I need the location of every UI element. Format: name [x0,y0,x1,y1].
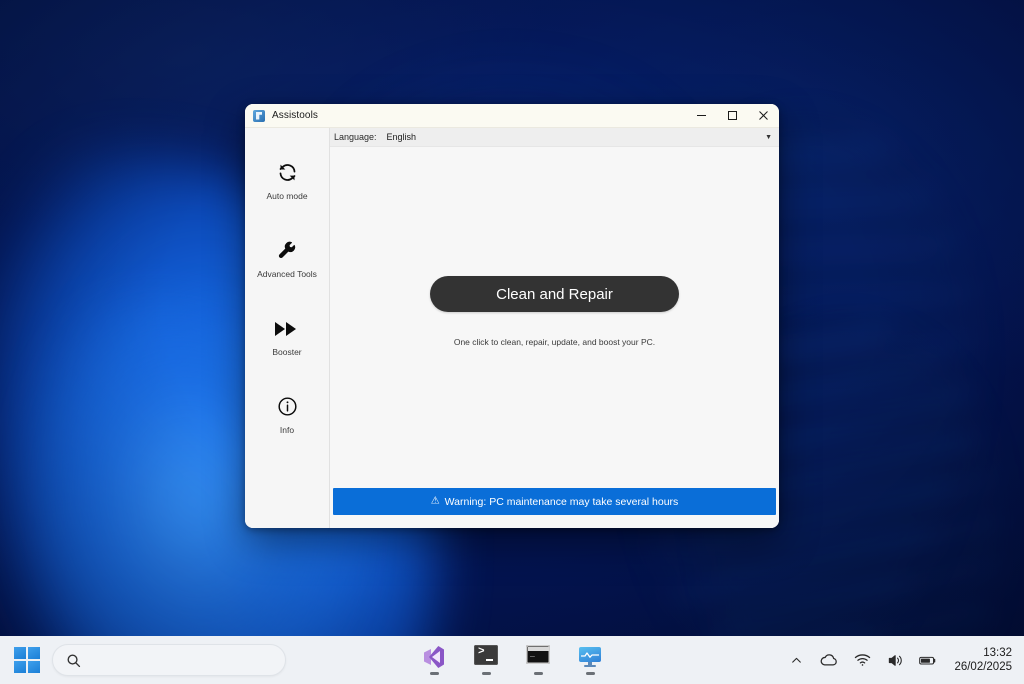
clock-date: 26/02/2025 [954,661,1012,673]
fast-forward-icon [275,317,299,341]
taskbar-app-command-prompt[interactable] [523,645,553,675]
sidebar-item-advanced-tools[interactable]: Advanced Tools [245,220,329,298]
cloud-icon[interactable] [820,653,838,667]
wifi-icon[interactable] [853,653,871,667]
taskbar-app-visual-studio[interactable] [419,645,449,675]
app-running-indicator [481,672,491,675]
minimize-icon [697,115,706,116]
cta-subtitle: One click to clean, repair, update, and … [453,337,656,347]
battery-icon[interactable] [919,654,937,667]
app-running-indicator [429,672,439,675]
assistools-window[interactable]: Assistools Auto mode Advanced Tools Boos… [245,104,779,528]
speaker-icon[interactable] [886,653,904,668]
maximize-icon [728,111,737,120]
chevron-down-icon[interactable]: ▼ [765,134,772,141]
maximize-button[interactable] [717,104,748,128]
app-running-indicator [533,672,543,675]
language-selector[interactable]: Language: English ▼ [330,128,779,147]
window-title: Assistools [272,110,319,121]
close-icon [759,111,768,120]
sidebar: Auto mode Advanced Tools Booster Info [245,128,330,528]
close-button[interactable] [748,104,779,128]
search-icon [67,654,81,667]
sidebar-item-label: Info [279,424,295,435]
sidebar-item-info[interactable]: Info [245,376,329,454]
cta-group: Clean and Repair One click to clean, rep… [430,276,679,347]
chevron-up-icon[interactable] [787,654,805,667]
sidebar-item-booster[interactable]: Booster [245,298,329,376]
maintenance-warning-banner: ⚠ Warning: PC maintenance may take sever… [333,488,776,515]
refresh-icon [277,161,298,185]
system-tray: 13:32 26/02/2025 [787,646,1024,675]
clean-and-repair-button[interactable]: Clean and Repair [430,276,679,312]
sidebar-item-label: Booster [272,346,302,357]
info-circle-icon [277,395,298,419]
taskbar-app-powershell[interactable] [471,645,501,675]
taskbar-apps [419,645,605,675]
warning-area: ⚠ Warning: PC maintenance may take sever… [330,488,779,528]
command-prompt-icon [526,645,550,669]
start-icon-tile [14,647,26,659]
wrench-icon [277,239,297,263]
assistools-icon [253,109,265,122]
start-icon-tile [28,647,40,659]
minimize-button[interactable] [686,104,717,128]
warning-text: Warning: PC maintenance may take several… [444,495,679,508]
start-icon-tile [14,661,26,673]
taskbar-app-task-manager[interactable] [575,645,605,675]
start-icon-tile [28,661,40,673]
clock-time: 13:32 [983,646,1012,659]
app-running-indicator [585,672,595,675]
sidebar-item-auto-mode[interactable]: Auto mode [245,142,329,220]
sidebar-item-label: Advanced Tools [257,268,317,279]
search-input[interactable] [81,653,285,667]
desktop[interactable]: Assistools Auto mode Advanced Tools Boos… [0,0,1024,684]
taskbar-clock[interactable]: 13:32 26/02/2025 [954,646,1012,675]
start-button[interactable] [14,647,40,673]
language-value: English [386,132,417,142]
warning-triangle-icon: ⚠ [430,495,440,506]
sidebar-item-label: Auto mode [266,190,308,201]
window-body: Auto mode Advanced Tools Booster Info La… [245,128,779,528]
main-panel: Clean and Repair One click to clean, rep… [330,147,779,488]
powershell-icon [474,645,498,669]
taskbar[interactable]: 13:32 26/02/2025 [0,636,1024,684]
content-area: Language: English ▼ Clean and Repair One… [330,128,779,528]
taskbar-left [0,644,286,676]
visual-studio-icon [422,645,446,669]
window-titlebar[interactable]: Assistools [245,104,779,128]
task-manager-icon [578,645,602,669]
taskbar-search[interactable] [52,644,286,676]
language-label: Language: [334,132,377,142]
